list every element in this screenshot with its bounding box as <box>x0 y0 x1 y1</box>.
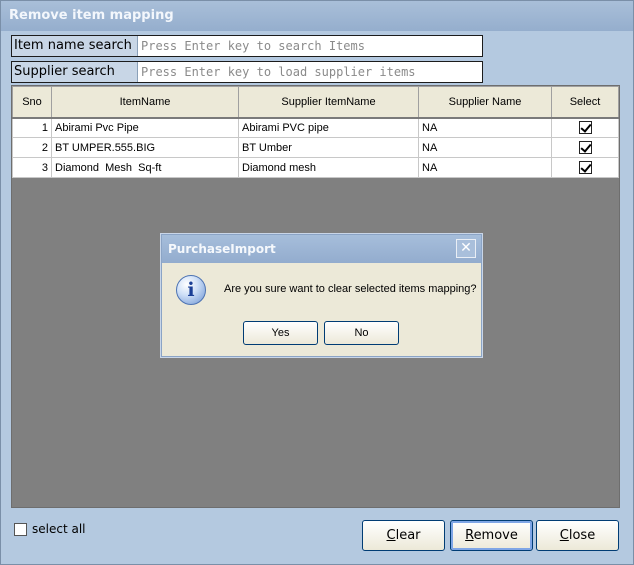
cell-sno[interactable]: 3 <box>12 157 52 178</box>
table-row[interactable]: 2 BT UMPER.555.BIG BT Umber NA <box>12 137 619 158</box>
supplier-search-row: Supplier search <box>11 61 483 83</box>
select-all-checkbox[interactable]: select all <box>14 522 86 536</box>
cell-supplier-itemname[interactable]: BT Umber <box>238 137 419 158</box>
cell-select <box>551 157 619 178</box>
item-name-search-label: Item name search <box>12 36 138 56</box>
column-header-select[interactable]: Select <box>551 86 619 119</box>
column-header-itemname[interactable]: ItemName <box>51 86 239 119</box>
cell-itemname[interactable]: Abirami Pvc Pipe <box>51 117 239 138</box>
supplier-search-input[interactable] <box>139 62 482 82</box>
column-header-sno[interactable]: Sno <box>12 86 52 119</box>
column-header-supplier-name[interactable]: Supplier Name <box>418 86 552 119</box>
cell-itemname[interactable]: BT UMPER.555.BIG <box>51 137 239 158</box>
dialog-title: PurchaseImport <box>168 242 276 256</box>
cell-supplier-name[interactable]: NA <box>418 137 552 158</box>
no-button[interactable]: No <box>324 321 399 345</box>
confirm-dialog: PurchaseImport ✕ i Are you sure want to … <box>161 234 482 357</box>
cell-itemname[interactable]: Diamond Mesh Sq-ft <box>51 157 239 178</box>
remove-label-rest: emove <box>473 528 518 543</box>
dialog-message: Are you sure want to clear selected item… <box>224 283 477 295</box>
item-name-search-input[interactable] <box>139 36 482 56</box>
cell-sno[interactable]: 1 <box>12 117 52 138</box>
item-name-search-row: Item name search <box>11 35 483 57</box>
supplier-search-label: Supplier search <box>12 62 138 82</box>
table-row[interactable]: 3 Diamond Mesh Sq-ft Diamond mesh NA <box>12 157 619 178</box>
cell-sno[interactable]: 2 <box>12 137 52 158</box>
select-all-label: select all <box>32 522 86 536</box>
cell-select <box>551 117 619 138</box>
select-checkbox[interactable] <box>578 161 592 174</box>
clear-mnemonic: C <box>386 528 396 543</box>
cell-select <box>551 137 619 158</box>
cell-supplier-itemname[interactable]: Abirami PVC pipe <box>238 117 419 138</box>
column-header-supplier-itemname[interactable]: Supplier ItemName <box>238 86 419 119</box>
close-mnemonic: C <box>559 528 569 543</box>
close-label-rest: lose <box>568 528 596 543</box>
cell-supplier-name[interactable]: NA <box>418 117 552 138</box>
close-icon[interactable]: ✕ <box>456 239 476 258</box>
dialog-titlebar: PurchaseImport ✕ <box>162 235 481 263</box>
remove-mnemonic: R <box>465 528 474 543</box>
cell-supplier-name[interactable]: NA <box>418 157 552 178</box>
clear-label-rest: lear <box>395 528 421 543</box>
yes-button[interactable]: Yes <box>243 321 318 345</box>
mapping-table: Sno ItemName Supplier ItemName Supplier … <box>12 86 619 178</box>
clear-button[interactable]: Clear <box>362 520 445 551</box>
window-title: Remove item mapping <box>1 1 633 31</box>
remove-button[interactable]: Remove <box>450 520 533 551</box>
select-checkbox[interactable] <box>578 121 592 135</box>
info-icon: i <box>176 275 206 305</box>
select-checkbox[interactable] <box>578 141 592 154</box>
table-row[interactable]: 1 Abirami Pvc Pipe Abirami PVC pipe NA <box>12 117 619 138</box>
main-window: Remove item mapping Item name search Sup… <box>0 0 634 565</box>
table-header-row: Sno ItemName Supplier ItemName Supplier … <box>12 86 619 119</box>
cell-supplier-itemname[interactable]: Diamond mesh <box>238 157 419 178</box>
close-button[interactable]: Close <box>536 520 619 551</box>
checkbox-box[interactable] <box>14 523 27 536</box>
